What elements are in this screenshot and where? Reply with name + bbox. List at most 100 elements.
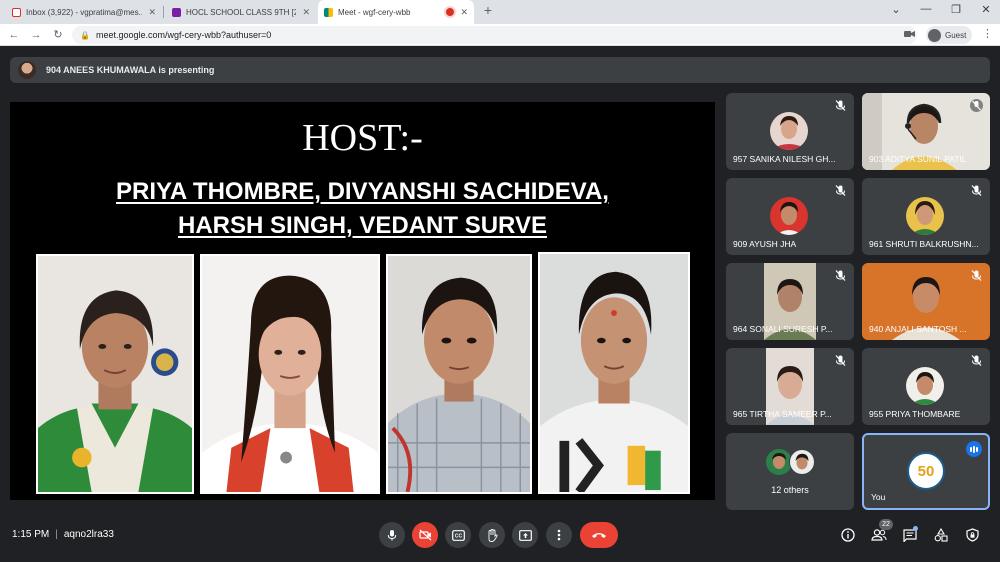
leave-call-button[interactable]: [580, 522, 618, 548]
camera-off-icon: [418, 529, 431, 541]
tab-gmail[interactable]: Inbox (3,922) - vgpratima@mes... ✕: [6, 0, 162, 24]
activities-button[interactable]: [931, 525, 951, 545]
close-icon[interactable]: ✕: [302, 7, 310, 18]
browser-toolbar: ← → ↻ 🔒 meet.google.com/wgf-cery-wbb?aut…: [0, 24, 1000, 46]
info-icon: [841, 528, 855, 542]
slide-hosts-line-2-text: HARSH SINGH, VEDANT SURVE: [178, 212, 547, 239]
microphone-icon: [387, 530, 397, 541]
presenter-avatar: [18, 61, 36, 79]
participant-tile[interactable]: 964 SONALI SURESH P...: [726, 263, 854, 340]
camera-in-use-icon[interactable]: [904, 29, 915, 39]
meeting-details: 1:15 PM | aqno2lra33: [12, 529, 114, 540]
tab-search-icon[interactable]: ⌄: [886, 3, 906, 16]
others-tile[interactable]: 12 others: [726, 433, 854, 510]
audio-activity-icon: [966, 441, 982, 457]
presenting-banner: 904 ANEES KHUMAWALA is presenting: [10, 57, 990, 83]
self-tile[interactable]: 50 You: [862, 433, 990, 510]
participant-avatar: [906, 197, 944, 235]
tab-meet[interactable]: Meet - wgf-cery-wbb ✕: [318, 0, 474, 24]
mic-muted-icon: [971, 355, 982, 366]
participant-tile[interactable]: 903 ADITYA SUNIL PATIL: [862, 93, 990, 170]
participant-name: 965 TIRTHA SAMEER P...: [733, 409, 832, 419]
mic-muted-icon: [971, 270, 982, 281]
present-screen-icon: [518, 529, 532, 541]
window-close-icon[interactable]: ✕: [976, 3, 996, 16]
mic-muted-icon: [835, 355, 846, 366]
others-avatar-2: [789, 449, 815, 475]
activities-icon: [934, 528, 948, 542]
meeting-controls-bar: 1:15 PM | aqno2lra33 CC: [0, 514, 1000, 562]
participant-name: 940 ANJALI SANTOSH ...: [869, 324, 967, 334]
self-name: You: [871, 492, 886, 502]
meet-icon: [324, 7, 333, 17]
forward-icon[interactable]: →: [28, 27, 44, 43]
url-text: meet.google.com/wgf-cery-wbb?authuser=0: [95, 30, 272, 40]
slide-hosts-line-1: PRIYA THOMBRE, DIVYANSHI SACHIDEVA,: [10, 178, 715, 206]
more-vert-icon: [557, 529, 561, 541]
participant-tile[interactable]: 961 SHRUTI BALKRUSHN...: [862, 178, 990, 255]
tab-divider: [163, 6, 164, 18]
participant-tile[interactable]: 940 ANJALI SANTOSH ...: [862, 263, 990, 340]
clock-time: 1:15 PM: [12, 529, 50, 540]
participant-avatar: [770, 112, 808, 150]
presentation-stage: HOST:- PRIYA THOMBRE, DIVYANSHI SACHIDEV…: [10, 102, 715, 500]
end-call-icon: [592, 533, 606, 538]
classroom-icon: [172, 7, 181, 17]
meeting-details-button[interactable]: [838, 525, 858, 545]
restore-icon[interactable]: ❐: [946, 3, 966, 16]
participant-name: 964 SONALI SURESH P...: [733, 324, 833, 334]
others-label: 12 others: [771, 485, 809, 495]
participant-name: 909 AYUSH JHA: [733, 239, 797, 249]
captions-button[interactable]: CC: [445, 522, 471, 548]
shield-lock-icon: [965, 528, 979, 542]
mic-muted-icon: [835, 270, 846, 281]
browser-tab-bar: Inbox (3,922) - vgpratima@mes... ✕ HOCL …: [0, 0, 1000, 24]
host-photo-1: [36, 254, 194, 494]
participant-name: 961 SHRUTI BALKRUSHN...: [869, 239, 979, 249]
mic-muted-icon: [971, 185, 982, 196]
tab-label: HOCL SCHOOL CLASS 9TH [2021...: [186, 7, 297, 17]
svg-text:CC: CC: [454, 533, 462, 539]
recording-indicator-icon: [446, 8, 455, 16]
self-avatar-text: 50: [917, 462, 935, 480]
host-photo-4: [538, 252, 690, 494]
back-icon[interactable]: ←: [6, 27, 22, 43]
host-photo-3: [386, 254, 532, 494]
participant-name: 955 PRIYA THOMBARE: [869, 409, 961, 419]
reload-icon[interactable]: ↻: [50, 27, 66, 43]
self-avatar: 50: [907, 452, 945, 490]
hand-icon: [488, 528, 498, 542]
close-icon[interactable]: ✕: [148, 7, 156, 18]
slide-title: HOST:-: [302, 117, 423, 159]
raise-hand-button[interactable]: [479, 522, 505, 548]
meeting-code: aqno2lra33: [63, 529, 114, 540]
new-tab-button[interactable]: +: [480, 2, 496, 22]
slide-hosts-line-1-text: PRIYA THOMBRE, DIVYANSHI SACHIDEVA,: [116, 178, 609, 205]
present-now-button[interactable]: [512, 522, 538, 548]
lock-icon[interactable]: 🔒: [80, 31, 90, 40]
host-photo-2: [200, 254, 380, 494]
participant-tile[interactable]: 965 TIRTHA SAMEER P...: [726, 348, 854, 425]
participant-tile[interactable]: 957 SANIKA NILESH GH...: [726, 93, 854, 170]
profile-label: Guest: [945, 30, 967, 40]
minimize-icon[interactable]: —: [916, 3, 936, 15]
tab-classroom[interactable]: HOCL SCHOOL CLASS 9TH [2021... ✕: [166, 0, 316, 24]
host-controls-button[interactable]: [962, 525, 982, 545]
mic-muted-icon: [835, 100, 846, 111]
captions-icon: CC: [451, 529, 465, 541]
gmail-icon: [12, 7, 21, 17]
chat-notification-dot: [913, 526, 918, 531]
presenting-text: 904 ANEES KHUMAWALA is presenting: [46, 65, 215, 75]
participant-tile[interactable]: 955 PRIYA THOMBARE: [862, 348, 990, 425]
profile-button[interactable]: Guest: [926, 26, 973, 44]
slide-hosts-line-2: HARSH SINGH, VEDANT SURVE: [10, 212, 715, 240]
close-icon[interactable]: ✕: [460, 7, 468, 18]
address-bar[interactable]: 🔒 meet.google.com/wgf-cery-wbb?authuser=…: [72, 26, 917, 44]
microphone-button[interactable]: [379, 522, 405, 548]
more-options-button[interactable]: [546, 522, 572, 548]
participant-tile[interactable]: 909 AYUSH JHA: [726, 178, 854, 255]
participant-avatar: [906, 367, 944, 405]
camera-button[interactable]: [412, 522, 438, 548]
tab-label: Meet - wgf-cery-wbb: [338, 7, 411, 17]
browser-menu-icon[interactable]: ⋮: [982, 27, 993, 40]
